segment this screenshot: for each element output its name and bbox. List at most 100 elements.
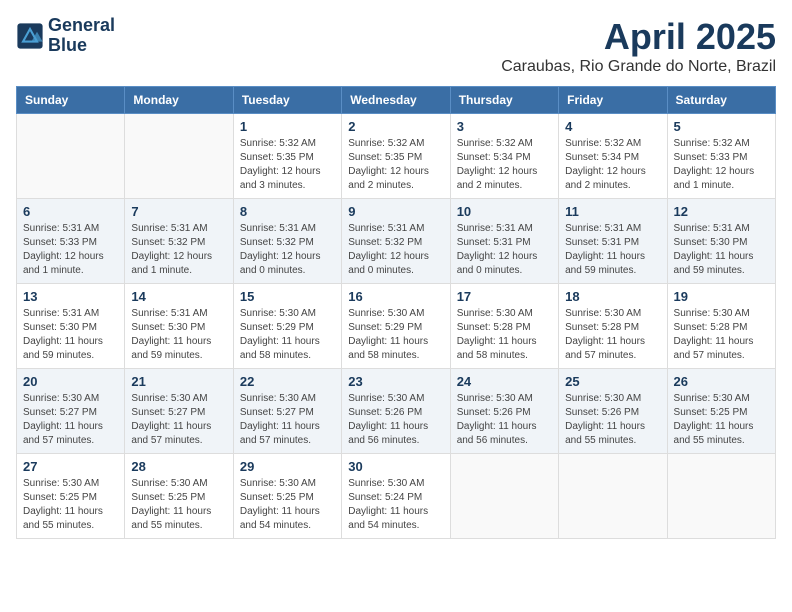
calendar-cell: 28 Sunrise: 5:30 AM Sunset: 5:25 PM Dayli… [125,454,233,539]
day-info: Sunrise: 5:30 AM Sunset: 5:27 PM Dayligh… [240,392,335,448]
day-info: Sunrise: 5:30 AM Sunset: 5:26 PM Dayligh… [348,392,443,448]
day-number: 21 [131,374,226,389]
calendar-cell: 11Sunrise: 5:31 AM Sunset: 5:31 PM Dayli… [559,199,667,284]
calendar-cell: 15Sunrise: 5:30 AM Sunset: 5:29 PM Dayli… [233,284,341,369]
day-number: 16 [348,289,443,304]
calendar-week-row: 1 Sunrise: 5:32 AM Sunset: 5:35 PM Daylig… [17,114,776,199]
day-info: Sunrise: 5:30 AM Sunset: 5:28 PM Dayligh… [565,307,660,363]
calendar-cell [125,114,233,199]
calendar-week-row: 6 Sunrise: 5:31 AM Sunset: 5:33 PM Daylig… [17,199,776,284]
calendar-cell: 23 Sunrise: 5:30 AM Sunset: 5:26 PM Dayli… [342,369,450,454]
day-number: 23 [348,374,443,389]
day-info: Sunrise: 5:31 AM Sunset: 5:33 PM Dayligh… [23,222,118,278]
day-number: 17 [457,289,552,304]
day-info: Sunrise: 5:31 AM Sunset: 5:32 PM Dayligh… [240,222,335,278]
day-number: 22 [240,374,335,389]
calendar-cell: 12Sunrise: 5:31 AM Sunset: 5:30 PM Dayli… [667,199,775,284]
logo-line2: Blue [48,36,115,56]
day-info: Sunrise: 5:30 AM Sunset: 5:27 PM Dayligh… [131,392,226,448]
calendar-cell: 24 Sunrise: 5:30 AM Sunset: 5:26 PM Dayli… [450,369,558,454]
calendar-cell: 1 Sunrise: 5:32 AM Sunset: 5:35 PM Daylig… [233,114,341,199]
weekday-header: Friday [559,87,667,114]
calendar-cell: 30Sunrise: 5:30 AM Sunset: 5:24 PM Dayli… [342,454,450,539]
day-number: 11 [565,204,660,219]
day-number: 30 [348,459,443,474]
calendar-cell: 19 Sunrise: 5:30 AM Sunset: 5:28 PM Dayli… [667,284,775,369]
calendar-cell: 5 Sunrise: 5:32 AM Sunset: 5:33 PM Daylig… [667,114,775,199]
calendar-cell: 22 Sunrise: 5:30 AM Sunset: 5:27 PM Dayli… [233,369,341,454]
day-number: 4 [565,119,660,134]
weekday-header-row: SundayMondayTuesdayWednesdayThursdayFrid… [17,87,776,114]
day-info: Sunrise: 5:31 AM Sunset: 5:31 PM Dayligh… [457,222,552,278]
day-info: Sunrise: 5:30 AM Sunset: 5:25 PM Dayligh… [674,392,769,448]
calendar-cell: 18 Sunrise: 5:30 AM Sunset: 5:28 PM Dayli… [559,284,667,369]
calendar-cell: 10 Sunrise: 5:31 AM Sunset: 5:31 PM Dayli… [450,199,558,284]
calendar-cell: 7 Sunrise: 5:31 AM Sunset: 5:32 PM Daylig… [125,199,233,284]
day-info: Sunrise: 5:30 AM Sunset: 5:25 PM Dayligh… [131,477,226,533]
day-number: 24 [457,374,552,389]
calendar-cell: 6 Sunrise: 5:31 AM Sunset: 5:33 PM Daylig… [17,199,125,284]
day-info: Sunrise: 5:32 AM Sunset: 5:34 PM Dayligh… [457,137,552,193]
logo-line1: General [48,16,115,36]
day-number: 19 [674,289,769,304]
day-number: 14 [131,289,226,304]
calendar-cell [559,454,667,539]
calendar-cell: 16 Sunrise: 5:30 AM Sunset: 5:29 PM Dayli… [342,284,450,369]
calendar-cell: 26 Sunrise: 5:30 AM Sunset: 5:25 PM Dayli… [667,369,775,454]
location-title: Caraubas, Rio Grande do Norte, Brazil [501,58,776,76]
day-number: 29 [240,459,335,474]
day-number: 13 [23,289,118,304]
day-number: 25 [565,374,660,389]
calendar-cell: 8 Sunrise: 5:31 AM Sunset: 5:32 PM Daylig… [233,199,341,284]
day-info: Sunrise: 5:30 AM Sunset: 5:28 PM Dayligh… [674,307,769,363]
day-number: 8 [240,204,335,219]
day-info: Sunrise: 5:30 AM Sunset: 5:26 PM Dayligh… [457,392,552,448]
calendar-cell: 29 Sunrise: 5:30 AM Sunset: 5:25 PM Dayli… [233,454,341,539]
day-number: 7 [131,204,226,219]
calendar-table: SundayMondayTuesdayWednesdayThursdayFrid… [16,86,776,539]
page-header: General Blue April 2025 Caraubas, Rio Gr… [16,16,776,76]
day-info: Sunrise: 5:31 AM Sunset: 5:30 PM Dayligh… [23,307,118,363]
day-info: Sunrise: 5:30 AM Sunset: 5:27 PM Dayligh… [23,392,118,448]
day-number: 10 [457,204,552,219]
day-info: Sunrise: 5:32 AM Sunset: 5:34 PM Dayligh… [565,137,660,193]
day-number: 26 [674,374,769,389]
calendar-cell: 17 Sunrise: 5:30 AM Sunset: 5:28 PM Dayli… [450,284,558,369]
weekday-header: Thursday [450,87,558,114]
calendar-cell [450,454,558,539]
calendar-cell [667,454,775,539]
calendar-cell: 14Sunrise: 5:31 AM Sunset: 5:30 PM Dayli… [125,284,233,369]
day-number: 6 [23,204,118,219]
weekday-header: Tuesday [233,87,341,114]
title-block: April 2025 Caraubas, Rio Grande do Norte… [501,16,776,76]
day-info: Sunrise: 5:31 AM Sunset: 5:32 PM Dayligh… [131,222,226,278]
logo-icon [16,22,44,50]
calendar-week-row: 20 Sunrise: 5:30 AM Sunset: 5:27 PM Dayli… [17,369,776,454]
calendar-cell: 4 Sunrise: 5:32 AM Sunset: 5:34 PM Daylig… [559,114,667,199]
weekday-header: Monday [125,87,233,114]
calendar-week-row: 27Sunrise: 5:30 AM Sunset: 5:25 PM Dayli… [17,454,776,539]
day-number: 28 [131,459,226,474]
day-number: 20 [23,374,118,389]
day-info: Sunrise: 5:31 AM Sunset: 5:32 PM Dayligh… [348,222,443,278]
day-number: 5 [674,119,769,134]
day-info: Sunrise: 5:32 AM Sunset: 5:33 PM Dayligh… [674,137,769,193]
day-number: 1 [240,119,335,134]
calendar-cell: 27Sunrise: 5:30 AM Sunset: 5:25 PM Dayli… [17,454,125,539]
calendar-cell: 25Sunrise: 5:30 AM Sunset: 5:26 PM Dayli… [559,369,667,454]
day-info: Sunrise: 5:30 AM Sunset: 5:29 PM Dayligh… [348,307,443,363]
calendar-cell: 3 Sunrise: 5:32 AM Sunset: 5:34 PM Daylig… [450,114,558,199]
logo: General Blue [16,16,115,56]
calendar-cell: 2Sunrise: 5:32 AM Sunset: 5:35 PM Daylig… [342,114,450,199]
day-info: Sunrise: 5:30 AM Sunset: 5:25 PM Dayligh… [240,477,335,533]
day-info: Sunrise: 5:30 AM Sunset: 5:25 PM Dayligh… [23,477,118,533]
day-info: Sunrise: 5:31 AM Sunset: 5:30 PM Dayligh… [674,222,769,278]
day-number: 3 [457,119,552,134]
day-number: 18 [565,289,660,304]
month-title: April 2025 [501,16,776,58]
weekday-header: Sunday [17,87,125,114]
day-info: Sunrise: 5:32 AM Sunset: 5:35 PM Dayligh… [240,137,335,193]
day-info: Sunrise: 5:30 AM Sunset: 5:28 PM Dayligh… [457,307,552,363]
weekday-header: Saturday [667,87,775,114]
day-number: 2 [348,119,443,134]
